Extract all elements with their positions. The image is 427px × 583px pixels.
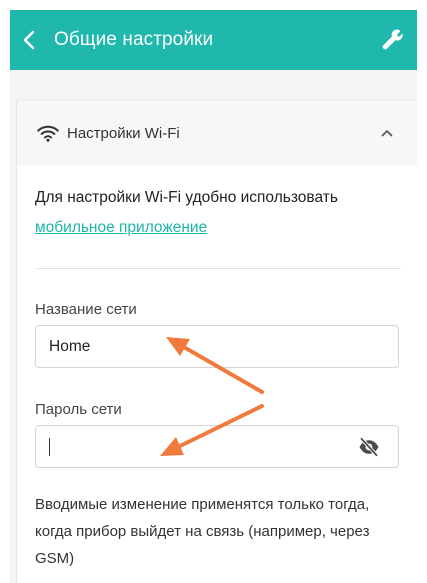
mobile-app-link[interactable]: мобильное приложение xyxy=(35,219,207,236)
network-password-input[interactable] xyxy=(35,425,399,468)
page-title: Общие настройки xyxy=(54,29,214,50)
password-visibility-toggle[interactable] xyxy=(358,437,380,457)
network-name-label: Название сети xyxy=(35,301,137,318)
wifi-icon xyxy=(37,124,59,142)
wifi-section-title: Настройки Wi-Fi xyxy=(67,124,180,142)
wifi-section-header[interactable]: Настройки Wi-Fi xyxy=(17,101,417,165)
eye-off-icon xyxy=(359,437,379,457)
chevron-up-icon xyxy=(381,130,393,137)
text-caret xyxy=(49,437,50,456)
back-button[interactable] xyxy=(10,10,48,70)
tools-button[interactable] xyxy=(367,10,417,70)
divider xyxy=(35,268,401,269)
chevron-left-icon xyxy=(23,30,35,50)
network-password-label: Пароль сети xyxy=(35,401,122,418)
app-bar: Общие настройки xyxy=(10,10,417,70)
network-name-input[interactable]: Home xyxy=(35,325,399,368)
wifi-info-message: Для настройки Wi-Fi удобно использовать xyxy=(35,189,338,206)
wifi-info-text: Для настройки Wi-Fi удобно использовать … xyxy=(35,183,405,243)
wrench-icon xyxy=(382,29,403,50)
apply-note: Вводимые изменение применятся только тог… xyxy=(35,496,370,567)
wifi-settings-card: Настройки Wi-Fi Для настройки Wi-Fi удоб… xyxy=(16,100,417,583)
network-name-value: Home xyxy=(49,337,91,355)
collapse-button[interactable] xyxy=(367,113,407,153)
screen: Общие настройки Настройки Wi-Fi Для наст… xyxy=(0,0,427,583)
